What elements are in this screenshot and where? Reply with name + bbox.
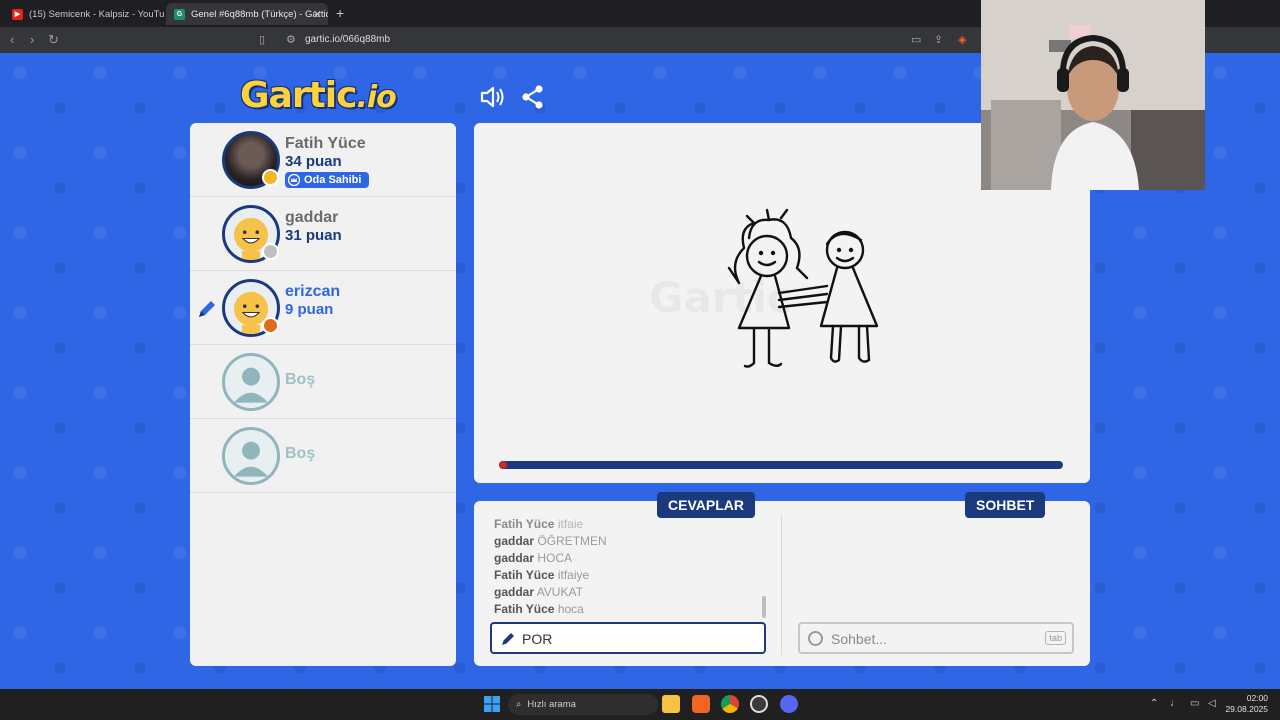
discord-icon[interactable] [780,695,798,713]
tab-label: (15) Semicenk - Kalpsiz - YouTub [29,8,164,20]
site-info-icon[interactable]: ⚙ [286,33,296,46]
tab-gartic[interactable]: G Genel #6q88mb (Türkçe) - Gartic ✕ [166,3,328,25]
player-score: 9 puan [285,301,334,318]
tab-answers[interactable]: CEVAPLAR [657,492,755,518]
answers-list: Fatih Yüce itfaie gaddar ÖĞRETMEN gaddar… [494,516,764,618]
taskbar-search[interactable]: ⌕ Hızlı arama [508,694,658,715]
new-tab-icon[interactable]: + [336,5,344,21]
player-name: Boş [285,445,316,462]
answer-item: Fatih Yüce hoca [494,602,584,616]
player-card-erizcan[interactable]: erizcan 9 puan [190,271,456,345]
close-tab-icon[interactable]: ✕ [313,8,322,21]
microphone-icon[interactable]: ♩ [1170,698,1180,709]
gartic-favicon-icon: G [174,8,185,20]
chat-input-box[interactable]: tab [798,622,1074,654]
player-name: erizcan [285,283,341,300]
bookmark-icon[interactable]: ▯ [259,33,265,46]
answer-input-box[interactable] [490,622,766,654]
chat-input[interactable] [831,629,1031,649]
volume-icon[interactable]: ◁ [1208,698,1216,709]
url-field[interactable]: gartic.io/066q88mb [305,34,390,45]
drawing-sketch [727,208,879,368]
player-score: 31 puan [285,227,342,244]
timer-fill [499,461,508,469]
answers-scrollbar[interactable] [762,596,766,618]
windows-start-icon[interactable] [483,695,501,713]
drawing-pencil-icon [199,301,215,317]
empty-user-icon [222,353,280,411]
room-owner-badge: Oda Sahibi [285,172,370,188]
pencil-icon [502,633,514,645]
crown-icon [288,174,300,186]
brave-browser-icon[interactable] [692,695,710,713]
chat-bubble-icon [808,631,823,646]
youtube-favicon-icon: ▶ [12,8,23,20]
empty-user-icon [222,427,280,485]
tab-youtube[interactable]: ▶ (15) Semicenk - Kalpsiz - YouTub [4,3,164,25]
gartic-logo: Gartic.io [240,75,397,116]
answer-input[interactable] [522,629,752,649]
share-icon[interactable] [519,83,547,111]
back-icon[interactable]: ‹ [10,32,14,47]
network-icon[interactable]: ▭ [1190,698,1199,709]
player-name: Fatih Yüce [285,135,366,152]
answer-item: gaddar ÖĞRETMEN [494,534,607,548]
answer-item: gaddar AVUKAT [494,585,583,599]
player-name: gaddar [285,209,339,226]
brave-shield-icon[interactable]: ◈ [958,33,966,46]
player-name: Boş [285,371,316,388]
answer-item: Fatih Yüce itfaie [494,517,584,531]
tab-chat[interactable]: SOHBET [965,492,1046,518]
panel-divider [781,515,782,655]
webcam-overlay [981,0,1205,190]
player-slot-empty: Boş [190,419,456,493]
player-slot-empty: Boş [190,345,456,419]
chrome-icon[interactable] [721,695,739,713]
cast-icon[interactable]: ▭ [911,33,921,46]
clock[interactable]: 02:00 29.08.2025 [1225,693,1268,715]
players-panel: Fatih Yüce 34 puan Oda Sahibi gaddar 31 … [190,123,456,666]
bottom-panel: CEVAPLAR SOHBET Fatih Yüce itfaie gaddar… [474,492,1090,666]
file-explorer-icon[interactable] [662,695,680,713]
status-dot [262,317,279,334]
search-icon: ⌕ [516,699,522,710]
tab-label: Genel #6q88mb (Türkçe) - Gartic [191,8,328,20]
answer-item: Fatih Yüce itfaiye [494,568,590,582]
reload-icon[interactable]: ↻ [48,32,59,48]
steam-icon[interactable] [750,695,768,713]
timer-bar [499,461,1063,469]
player-card-fatih[interactable]: Fatih Yüce 34 puan Oda Sahibi [190,123,456,197]
streamer-video-frame [981,0,1205,190]
tab-shortcut-hint: tab [1045,631,1066,645]
forward-icon[interactable]: › [30,32,34,47]
sound-icon[interactable] [478,83,506,111]
windows-taskbar: ⌕ Hızlı arama ⌃ ♩ ▭ ◁ 02:00 29.08.2025 [0,689,1280,720]
status-dot [262,243,279,260]
tray-expand-icon[interactable]: ⌃ [1150,698,1158,709]
player-card-gaddar[interactable]: gaddar 31 puan [190,197,456,271]
answer-item: gaddar HOCA [494,551,573,565]
status-dot [262,169,279,186]
player-score: 34 puan [285,153,342,170]
share-page-icon[interactable]: ⇪ [934,33,943,46]
